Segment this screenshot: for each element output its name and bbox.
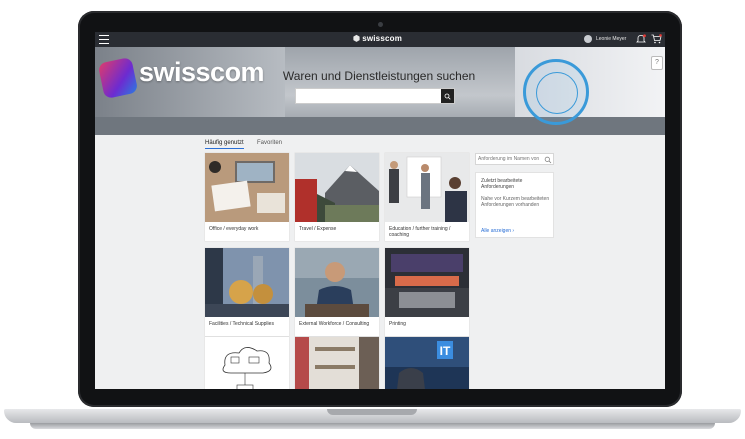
tile-external-workforce[interactable]: External Workforce / Consulting <box>295 248 379 336</box>
top-logo[interactable]: ⬢ swisscom <box>353 34 402 43</box>
avatar[interactable] <box>584 35 592 43</box>
hero-brand-text: swisscom <box>139 57 265 87</box>
cart-icon[interactable] <box>651 34 662 44</box>
tile-image-it: IT <box>385 337 469 389</box>
tile-it-diagram[interactable] <box>205 337 289 389</box>
tile-label: Printing <box>389 321 406 327</box>
tile-label: Travel / Expense <box>299 226 337 232</box>
tile-it[interactable]: IT <box>385 337 469 389</box>
recent-requests-heading: Zuletzt bearbeitete Anforderungen <box>481 178 523 190</box>
bell-icon[interactable] <box>636 34 646 44</box>
page-title: Waren und Dienstleistungen suchen <box>282 69 476 83</box>
tile-office-shelves[interactable] <box>295 337 379 389</box>
screen: ⬢ swisscom Leonie Meyer swisscom Waren un… <box>95 32 665 389</box>
show-all-link[interactable]: Alle anzeigen › <box>481 228 514 234</box>
tile-travel[interactable]: Travel / Expense <box>295 153 379 241</box>
on-behalf-search-input[interactable] <box>478 154 544 164</box>
laptop-notch <box>327 409 417 415</box>
show-all-link-label: Alle anzeigen <box>481 228 512 234</box>
recent-requests-text: Nahe vor Kurzem bearbeiteten Anforderung… <box>481 196 550 208</box>
tile-image-external-workforce <box>295 248 379 317</box>
stamp-inner-ring <box>536 72 578 114</box>
building-stamp-image <box>523 59 589 125</box>
svg-text:IT: IT <box>440 344 451 358</box>
hamburger-menu-icon[interactable] <box>99 35 109 44</box>
search-icon[interactable] <box>544 156 552 164</box>
top-bar: ⬢ swisscom Leonie Meyer <box>95 32 665 47</box>
laptop-base-shadow <box>30 423 715 429</box>
tab-favorites[interactable]: Favoriten <box>257 140 282 148</box>
tile-facilities[interactable]: Facilities / Technical Supplies <box>205 248 289 336</box>
search-icon <box>444 93 451 100</box>
tile-printing[interactable]: Printing <box>385 248 469 336</box>
search-button[interactable] <box>441 89 454 103</box>
tile-education[interactable]: Education / further training / coaching <box>385 153 469 241</box>
tile-label: Education / further training / coaching <box>389 226 451 238</box>
help-icon[interactable]: ? <box>651 56 663 70</box>
tile-label: Facilities / Technical Supplies <box>209 321 274 327</box>
tile-label: Office / everyday work <box>209 226 259 232</box>
hero-banner: swisscom Waren und Dienstleistungen such… <box>95 47 665 135</box>
webcam <box>378 22 383 27</box>
tile-label: External Workforce / Consulting <box>299 321 370 327</box>
search-box <box>295 88 455 104</box>
search-input[interactable] <box>296 89 434 103</box>
tile-image-printing <box>385 248 469 317</box>
tile-image-facilities <box>205 248 289 317</box>
tile-image-travel <box>295 153 379 222</box>
hero-background-floor <box>95 117 665 135</box>
tab-frequently-used[interactable]: Häufig genutzt <box>205 140 244 149</box>
tile-image-education <box>385 153 469 222</box>
on-behalf-search <box>475 153 554 165</box>
tile-image-office <box>205 153 289 222</box>
tile-image-it-diagram <box>205 337 289 389</box>
swisscom-mark-icon: ⬢ <box>353 34 361 43</box>
chevron-right-icon: › <box>512 228 515 234</box>
recent-requests-panel: Zuletzt bearbeitete Anforderungen Nahe v… <box>475 172 554 238</box>
swisscom-logo-icon <box>97 56 139 100</box>
tile-office[interactable]: Office / everyday work <box>205 153 289 241</box>
top-logo-text: swisscom <box>362 34 403 43</box>
tile-image-office-shelves <box>295 337 379 389</box>
user-name[interactable]: Leonie Meyer <box>596 36 626 42</box>
